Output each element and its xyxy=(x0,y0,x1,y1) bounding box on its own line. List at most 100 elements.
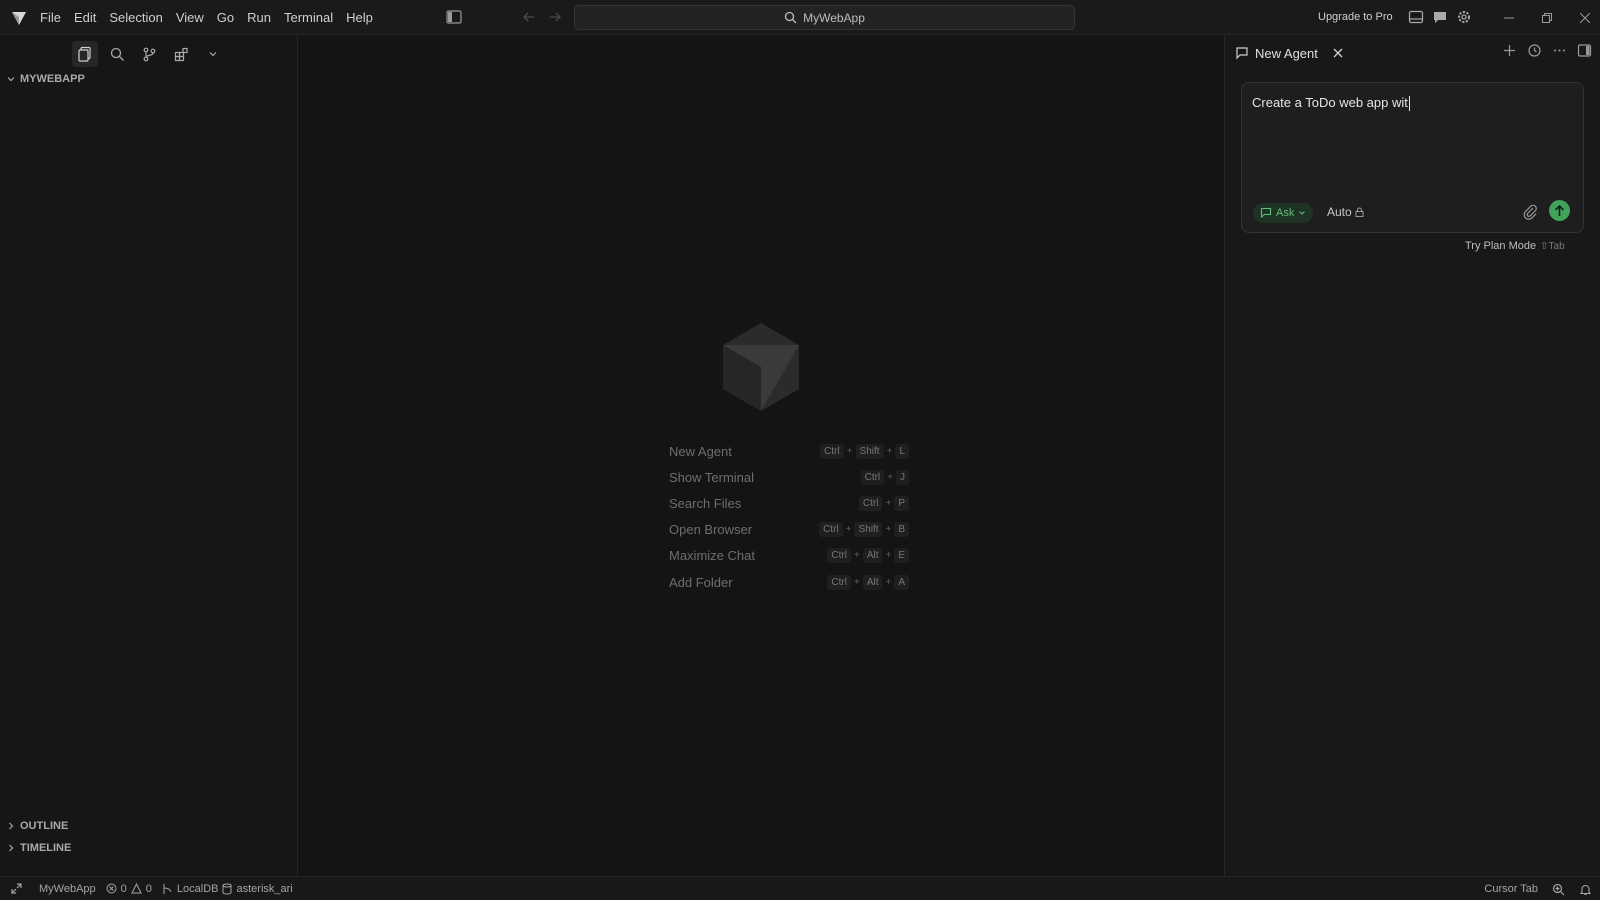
warning-icon xyxy=(130,883,142,894)
branch-icon xyxy=(163,883,172,894)
forward-arrow-icon[interactable] xyxy=(546,9,564,25)
shortcut-row[interactable]: New Agent Ctrl + Shift + L xyxy=(669,438,909,464)
shortcut-keys: Ctrl + Alt + E xyxy=(827,548,909,564)
shortcut-row[interactable]: Show Terminal Ctrl + J xyxy=(669,464,909,490)
menu-help[interactable]: Help xyxy=(340,0,379,35)
back-arrow-icon[interactable] xyxy=(520,9,538,25)
app-logo-icon[interactable] xyxy=(10,9,28,27)
menu-view[interactable]: View xyxy=(170,0,210,35)
chevron-right-icon xyxy=(9,844,14,852)
key-cap: Shift xyxy=(854,522,883,538)
extensions-icon xyxy=(174,47,188,61)
upgrade-link[interactable]: Upgrade to Pro xyxy=(1318,0,1393,35)
shortcut-label: Search Files xyxy=(669,495,742,511)
explorer-button[interactable] xyxy=(72,41,98,67)
timeline-section-header[interactable]: TIMELINE xyxy=(6,842,71,854)
key-cap: Shift xyxy=(855,443,884,459)
project-status[interactable]: MyWebApp xyxy=(39,883,96,895)
history-icon[interactable] xyxy=(1527,43,1542,58)
problems-status[interactable]: 0 0 xyxy=(106,883,152,895)
shortcut-label: Add Folder xyxy=(669,574,733,590)
cursor-tab-status[interactable]: Cursor Tab xyxy=(1484,883,1538,895)
close-icon xyxy=(1580,12,1590,23)
chevron-right-icon xyxy=(9,822,14,830)
outline-section-header[interactable]: OUTLINE xyxy=(6,820,68,832)
menu-terminal[interactable]: Terminal xyxy=(278,0,339,35)
shortcut-keys: Ctrl + Shift + L xyxy=(820,443,909,459)
shortcut-label: Open Browser xyxy=(669,522,753,538)
menu-run[interactable]: Run xyxy=(241,0,277,35)
lock-icon xyxy=(1355,207,1364,217)
sidebar-toolbar xyxy=(72,41,226,67)
project-folder-header[interactable]: MYWEBAPP xyxy=(6,73,85,85)
command-search-box[interactable]: MyWebApp xyxy=(574,5,1075,30)
agent-tab-label: New Agent xyxy=(1255,45,1318,61)
toggle-sidebar-icon[interactable] xyxy=(446,10,462,24)
key-cap: E xyxy=(894,548,909,564)
search-label: MyWebApp xyxy=(803,10,865,25)
window-controls xyxy=(1490,0,1600,35)
shortcut-keys: Ctrl + Shift + B xyxy=(819,522,909,538)
toggle-panel-icon[interactable] xyxy=(1577,43,1592,58)
shortcut-label: Show Terminal xyxy=(669,469,755,485)
attach-icon[interactable] xyxy=(1522,203,1538,221)
agent-composer[interactable]: Create a ToDo web app wit Ask Auto xyxy=(1241,82,1584,233)
key-cap: J xyxy=(896,469,909,485)
source-control-button[interactable] xyxy=(136,41,162,67)
key-separator: + xyxy=(885,550,892,562)
more-views-button[interactable] xyxy=(200,41,226,67)
minimize-icon xyxy=(1504,17,1514,18)
plan-mode-hint[interactable]: Try Plan Mode ⇧Tab xyxy=(1465,240,1565,252)
chat-bubble-icon xyxy=(1260,207,1272,219)
key-separator: + xyxy=(845,524,852,536)
shortcut-row[interactable]: Maximize Chat Ctrl + Alt + E xyxy=(669,543,909,569)
more-icon[interactable] xyxy=(1552,43,1567,58)
plan-hint-key: ⇧Tab xyxy=(1540,240,1565,252)
extensions-button[interactable] xyxy=(168,41,194,67)
gear-icon[interactable] xyxy=(1456,9,1472,25)
close-icon[interactable] xyxy=(1332,47,1344,59)
menu-edit[interactable]: Edit xyxy=(68,0,102,35)
titlebar-icons xyxy=(1408,9,1472,25)
database-status[interactable]: LocalDB asterisk_ari xyxy=(162,883,293,895)
menu-go[interactable]: Go xyxy=(211,0,240,35)
tab-new-agent[interactable]: New Agent xyxy=(1235,41,1344,65)
menu-file[interactable]: File xyxy=(34,0,67,35)
shortcut-row[interactable]: Search Files Ctrl + P xyxy=(669,490,909,516)
minimize-button[interactable] xyxy=(1490,0,1528,35)
close-window-button[interactable] xyxy=(1566,0,1600,35)
search-icon xyxy=(784,11,797,24)
key-separator: + xyxy=(853,550,860,562)
chevron-down-icon xyxy=(7,77,15,82)
zoom-icon[interactable] xyxy=(1552,883,1565,896)
menu-selection[interactable]: Selection xyxy=(103,0,168,35)
key-cap: Ctrl xyxy=(827,548,851,564)
key-separator: + xyxy=(887,471,893,483)
model-selector[interactable]: Auto xyxy=(1327,205,1364,219)
status-right: Cursor Tab xyxy=(1484,877,1592,900)
shortcut-keys: Ctrl + J xyxy=(860,469,909,485)
key-separator: + xyxy=(846,445,853,457)
restore-button[interactable] xyxy=(1528,0,1566,35)
plus-icon[interactable] xyxy=(1502,43,1517,58)
bell-icon[interactable] xyxy=(1579,883,1592,896)
chat-icon[interactable] xyxy=(1432,9,1448,25)
search-button[interactable] xyxy=(104,41,130,67)
shortcut-row[interactable]: Add Folder Ctrl + Alt + A xyxy=(669,569,909,595)
mode-selector[interactable]: Ask xyxy=(1253,203,1314,223)
mode-label: Ask xyxy=(1276,207,1295,219)
title-bar: File Edit Selection View Go Run Terminal… xyxy=(0,0,1600,35)
error-count: 0 xyxy=(120,882,127,895)
nav-arrows xyxy=(520,9,564,25)
plan-hint-label: Try Plan Mode xyxy=(1465,240,1537,252)
shortcut-label: New Agent xyxy=(669,443,732,459)
remote-icon xyxy=(11,883,22,894)
restore-icon xyxy=(1542,12,1552,23)
shortcut-row[interactable]: Open Browser Ctrl + Shift + B xyxy=(669,517,909,543)
send-button[interactable] xyxy=(1549,200,1570,221)
agent-panel: New Agent Create a ToDo web app wit Ask … xyxy=(1224,35,1600,876)
db-label: LocalDB xyxy=(176,882,219,895)
panel-layout-icon[interactable] xyxy=(1408,9,1424,25)
remote-button[interactable] xyxy=(10,882,23,895)
composer-input[interactable]: Create a ToDo web app wit xyxy=(1252,95,1410,112)
